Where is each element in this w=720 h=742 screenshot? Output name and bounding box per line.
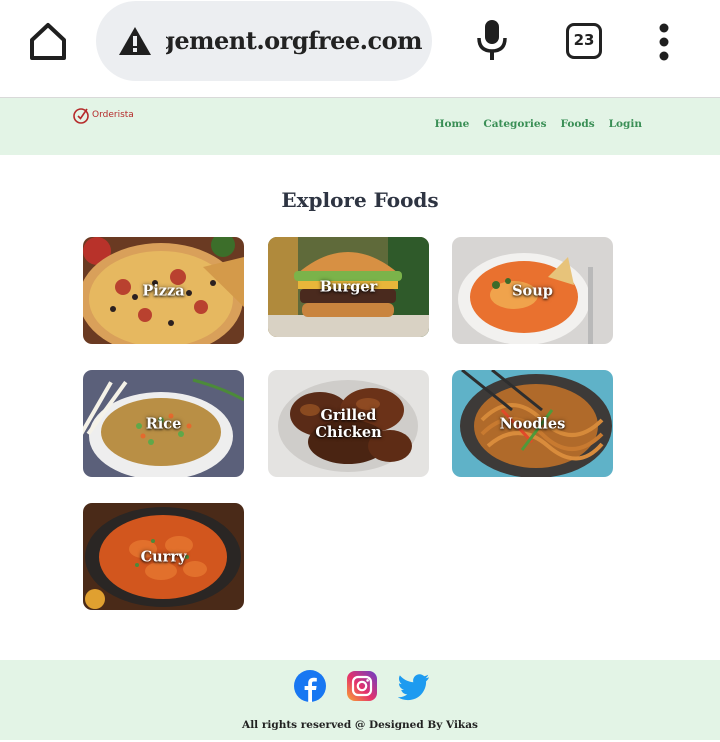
food-label-curry: Curry xyxy=(140,548,187,565)
microphone-icon[interactable] xyxy=(474,18,510,62)
url-text[interactable]: management.orgfree.com xyxy=(166,23,422,59)
nav-categories[interactable]: Categories xyxy=(483,118,546,130)
food-card-soup[interactable]: Soup xyxy=(452,237,613,344)
tab-switcher-icon[interactable]: 23 xyxy=(566,23,602,59)
logo-mark-icon xyxy=(73,108,89,124)
main-nav: Home Categories Foods Login xyxy=(435,118,642,130)
nav-home[interactable]: Home xyxy=(435,118,470,130)
food-card-noodles[interactable]: Noodles xyxy=(452,370,613,477)
food-card-rice[interactable]: Rice xyxy=(83,370,244,477)
facebook-icon[interactable] xyxy=(294,670,326,702)
browser-toolbar: management.orgfree.com 23 xyxy=(0,0,720,98)
logo-text: Orderista xyxy=(92,110,134,120)
nav-foods[interactable]: Foods xyxy=(561,118,595,130)
copyright-text: All rights reserved @ Designed By Vikas xyxy=(242,719,478,731)
site-footer: All rights reserved @ Designed By Vikas xyxy=(0,660,720,740)
home-icon[interactable] xyxy=(28,20,68,62)
warning-icon[interactable] xyxy=(118,25,152,57)
more-options-icon[interactable] xyxy=(650,22,678,62)
food-label-burger: Burger xyxy=(319,278,378,296)
instagram-icon[interactable] xyxy=(346,670,378,702)
food-label-noodles: Noodles xyxy=(499,415,566,432)
food-card-curry[interactable]: Curry xyxy=(83,503,244,610)
nav-login[interactable]: Login xyxy=(609,118,642,130)
food-label-pizza: Pizza xyxy=(142,282,185,299)
site-header: Orderista Home Categories Foods Login xyxy=(0,98,720,155)
social-links xyxy=(294,670,430,702)
food-card-pizza[interactable]: Pizza xyxy=(83,237,244,344)
logo[interactable]: Orderista xyxy=(72,106,134,124)
address-bar[interactable]: management.orgfree.com xyxy=(96,1,432,81)
food-label-soup: Soup xyxy=(512,282,553,299)
food-card-burger[interactable]: Burger xyxy=(268,237,429,337)
food-card-grilled-chicken[interactable]: Grilled Chicken xyxy=(268,370,429,477)
twitter-icon[interactable] xyxy=(398,670,430,702)
page-title: Explore Foods xyxy=(281,188,439,212)
food-label-rice: Rice xyxy=(145,415,182,432)
food-label-grilled-chicken: Grilled Chicken xyxy=(315,406,382,441)
